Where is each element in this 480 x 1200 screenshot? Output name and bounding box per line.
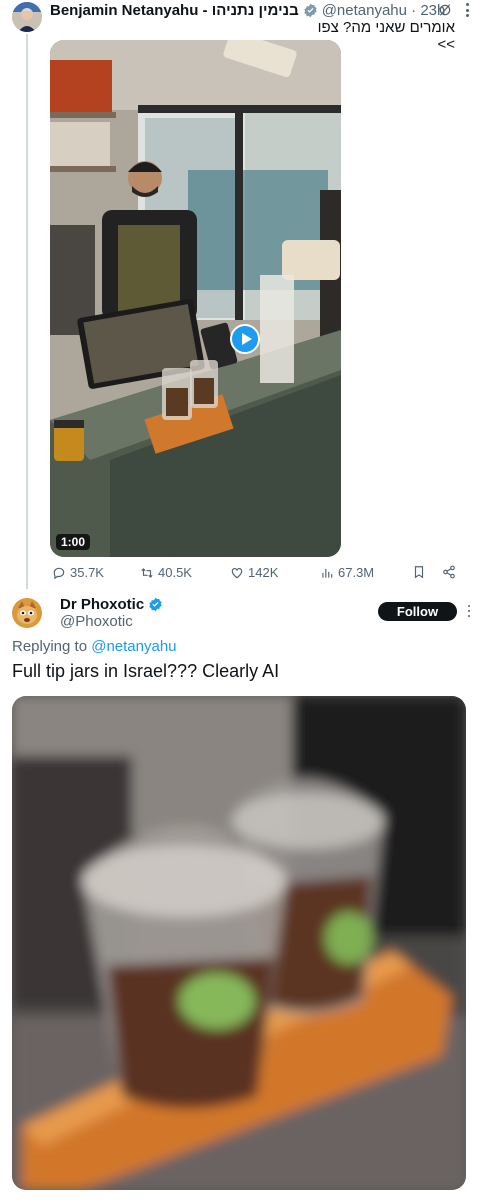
more-icon[interactable] [465, 3, 469, 17]
avatar-image [12, 2, 42, 32]
replying-prefix: Replying to [12, 638, 88, 655]
share-button[interactable] [442, 565, 460, 579]
video-thumbnail [50, 40, 341, 557]
replying-handle-link[interactable]: @netanyahu [91, 638, 176, 655]
reply-author-name[interactable]: Dr Phoxotic [60, 596, 167, 613]
retweet-count: 40.5K [158, 565, 192, 580]
like-icon [231, 567, 243, 578]
tip-jars-image [12, 696, 466, 1190]
replying-to-line: Replying to @netanyahu [12, 638, 177, 655]
reply-count: 35.7K [70, 565, 104, 580]
verified-badge-icon [304, 3, 317, 17]
play-icon[interactable] [230, 324, 260, 354]
share-icon [443, 565, 455, 579]
follow-button[interactable]: Follow [378, 602, 457, 621]
reply-author-avatar[interactable] [12, 598, 42, 628]
reply-text: Full tip jars in Israel??? Clearly AI [12, 661, 280, 681]
reply-author-name-text: Dr Phoxotic [60, 596, 145, 613]
views-count: 67.3M [338, 565, 375, 580]
like-button[interactable]: 142K [230, 565, 278, 580]
views-icon [322, 568, 333, 578]
separator-dot: · [407, 1, 421, 19]
author-handle[interactable]: @netanyahu [322, 2, 407, 19]
reply-verified-badge-icon [149, 597, 162, 612]
reply-author-handle[interactable]: @Phoxotic [60, 613, 133, 630]
action-bar: 35.7K 40.5K 142K 67.3M [50, 565, 460, 583]
bookmark-button[interactable] [412, 565, 430, 579]
like-count: 142K [248, 565, 279, 580]
retweet-button[interactable]: 40.5K [140, 565, 192, 580]
author-name[interactable]: Benjamin Netanyahu - בנימין נתניהו [50, 2, 299, 19]
views-button[interactable]: 67.3M [320, 565, 374, 580]
reply-avatar-image [12, 598, 42, 628]
reply-icon [53, 567, 65, 579]
author-avatar[interactable] [12, 2, 42, 32]
reply-button[interactable]: 35.7K [52, 565, 104, 580]
bookmark-icon [414, 566, 424, 579]
reply-more-icon[interactable] [467, 605, 471, 617]
video-player[interactable] [50, 40, 341, 557]
grok-icon[interactable] [438, 3, 452, 17]
video-duration: 1:00 [56, 534, 91, 550]
retweet-icon [141, 567, 153, 578]
thread-line [26, 34, 28, 589]
tweet-header: Benjamin Netanyahu - בנימין נתניהו @neta… [50, 1, 470, 19]
reply-photo[interactable] [12, 696, 466, 1190]
